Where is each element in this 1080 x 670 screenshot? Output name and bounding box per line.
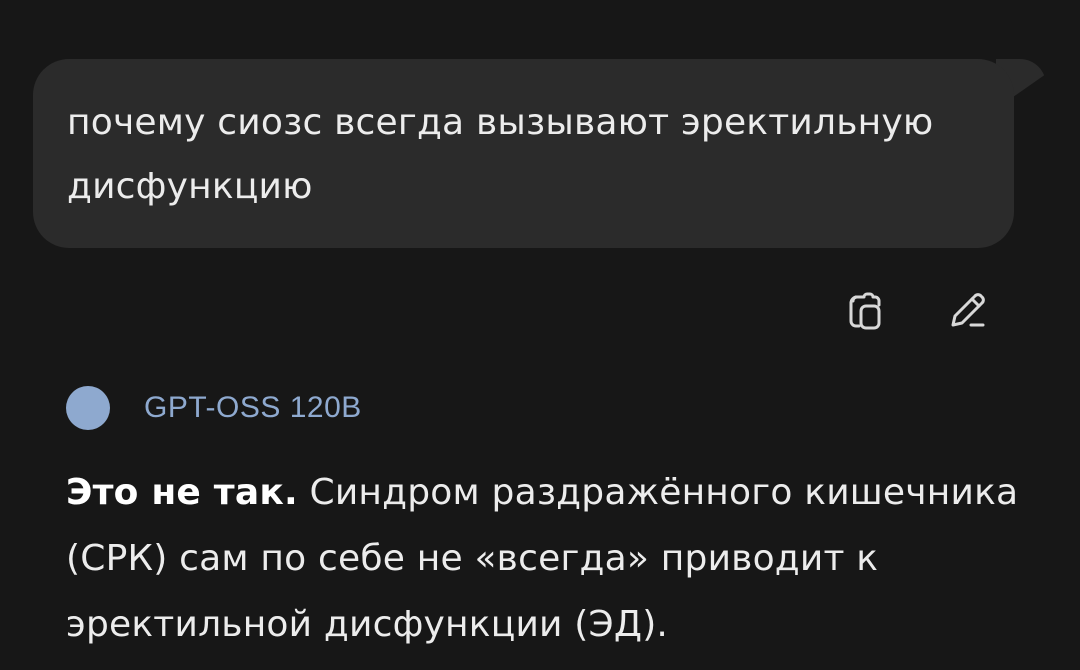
edit-pencil-icon [951, 293, 985, 327]
assistant-reply-bold: Это не так. [66, 472, 298, 513]
chat-view: почему сиозс всегда вызывают эректильную… [0, 0, 1080, 670]
assistant-reply: Это не так. Синдром раздражённого кишечн… [66, 460, 1026, 658]
model-name: GPT-OSS 120B [144, 391, 362, 424]
user-message-text: почему сиозс всегда вызывают эректильную… [67, 102, 934, 207]
copy-icon [849, 292, 881, 330]
user-message-bubble: почему сиозс всегда вызывают эректильную… [33, 59, 1014, 248]
assistant-header: GPT-OSS 120B [66, 386, 362, 430]
edit-button[interactable] [944, 286, 992, 334]
model-avatar [66, 386, 110, 430]
message-actions [840, 286, 992, 334]
copy-button[interactable] [840, 286, 888, 334]
